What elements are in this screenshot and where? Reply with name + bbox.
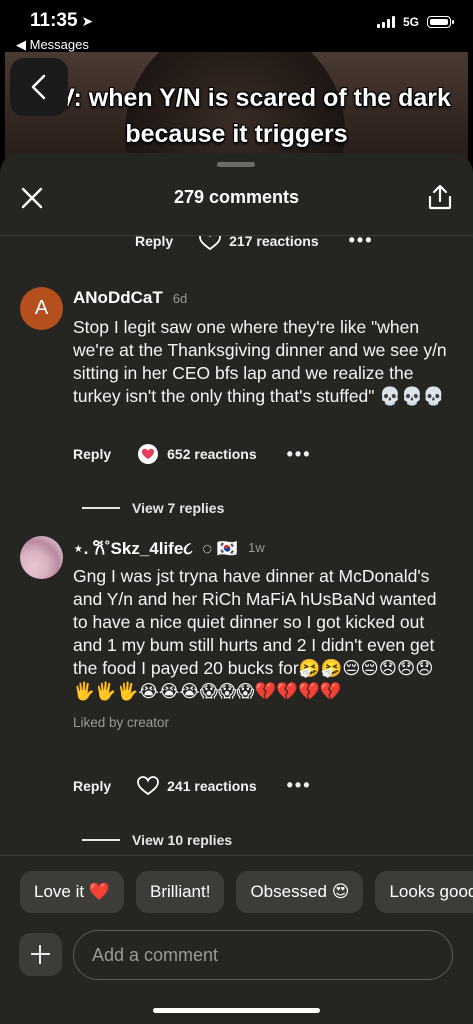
heart-icon (137, 775, 160, 795)
divider-line (82, 839, 120, 841)
more-options-button[interactable]: ••• (287, 775, 312, 796)
comment-actions-partial: Reply 217 reactions ••• (135, 236, 374, 251)
comment-actions: Reply 241 reactions ••• (73, 775, 312, 796)
comment-input[interactable] (73, 930, 453, 980)
comments-count-title: 279 comments (173, 187, 300, 207)
status-time: 11:35 ➤ (30, 10, 93, 32)
timestamp: 6d (172, 290, 188, 306)
reply-button[interactable]: Reply (73, 778, 111, 794)
chip-looks-good[interactable]: Looks good (375, 871, 473, 913)
heart-reaction-badge-icon (138, 444, 159, 464)
comment-text: Stop I legit saw one where they're like … (73, 317, 447, 406)
comment-header: ⋆. 𐙚˚Skz_4life૮ ⁠ ⁠◌ 🇰🇷 1w (73, 536, 453, 558)
username[interactable]: ⋆. 𐙚˚Skz_4life૮ ⁠ ⁠◌ 🇰🇷 (73, 536, 238, 559)
react-button[interactable]: 652 reactions (137, 443, 257, 465)
comment-body: ANoDdCaT 6d Stop I legit saw one where t… (73, 287, 453, 408)
chip-brilliant[interactable]: Brilliant! (135, 871, 225, 913)
avatar[interactable]: A (20, 287, 63, 330)
reply-button[interactable]: Reply (73, 446, 111, 462)
liked-by-creator-label: Liked by creator (73, 715, 170, 730)
chip-love-it[interactable]: Love it ❤️ (20, 871, 124, 913)
comment-item: A ANoDdCaT 6d Stop I legit saw one where… (20, 287, 460, 427)
comment-item: ⋆. 𐙚˚Skz_4life૮ ⁠ ⁠◌ 🇰🇷 1w Gng I was jst… (20, 536, 460, 756)
view-replies-button[interactable]: View 10 replies (82, 832, 232, 848)
username[interactable]: ANoDdCaT (73, 288, 163, 308)
composer-divider (0, 855, 473, 856)
chevron-left-icon (31, 74, 46, 100)
comment-body: ⋆. 𐙚˚Skz_4life૮ ⁠ ⁠◌ 🇰🇷 1w Gng I was jst… (73, 536, 453, 731)
back-button[interactable] (10, 58, 68, 116)
timestamp: 1w (248, 539, 265, 555)
add-attachment-button[interactable] (19, 933, 62, 976)
heart-icon (199, 236, 222, 250)
avatar[interactable] (20, 536, 63, 579)
location-arrow-icon: ➤ (81, 13, 94, 29)
battery-icon (427, 16, 454, 28)
signal-icon (376, 16, 395, 28)
comment-actions: Reply 652 reactions ••• (73, 443, 312, 465)
back-to-messages-link[interactable]: ◀ Messages (16, 37, 89, 53)
comment-header: ANoDdCaT 6d (73, 287, 453, 309)
network-label: 5G (402, 15, 419, 29)
react-button[interactable]: 217 reactions (199, 236, 319, 251)
more-options-button[interactable]: ••• (287, 444, 312, 465)
comment-text: Gng I was jst tryna have dinner at McDon… (73, 566, 437, 701)
reactions-count: 241 reactions (167, 777, 257, 794)
view-replies-label: View 7 replies (132, 500, 225, 516)
view-replies-label: View 10 replies (132, 832, 233, 848)
share-button[interactable] (427, 183, 453, 211)
comments-sheet: 279 comments Reply 217 reactions ••• A A… (0, 153, 473, 1024)
react-button[interactable]: 241 reactions (137, 775, 257, 796)
quick-reaction-chips: Love it ❤️ Brilliant! Obsessed 😍 Looks g… (20, 871, 473, 913)
video-caption: POV: when Y/N is scared of the dark beca… (22, 84, 451, 148)
drag-handle[interactable] (217, 162, 255, 167)
comments-list[interactable]: Reply 217 reactions ••• A ANoDdCaT 6d St… (0, 236, 473, 856)
home-indicator[interactable] (153, 1008, 320, 1013)
status-indicators: 5G (376, 15, 454, 29)
reactions-count: 652 reactions (167, 446, 257, 462)
reply-button[interactable]: Reply (135, 236, 173, 249)
view-replies-button[interactable]: View 7 replies (82, 500, 224, 516)
status-bar: 11:35 ➤ ◀ Messages 5G (0, 0, 473, 53)
chip-obsessed[interactable]: Obsessed 😍 (236, 871, 364, 913)
time-text: 11:35 (30, 10, 78, 31)
more-options-button[interactable]: ••• (349, 236, 374, 251)
share-icon (428, 184, 452, 210)
reactions-count: 217 reactions (229, 236, 319, 249)
divider-line (82, 507, 120, 509)
